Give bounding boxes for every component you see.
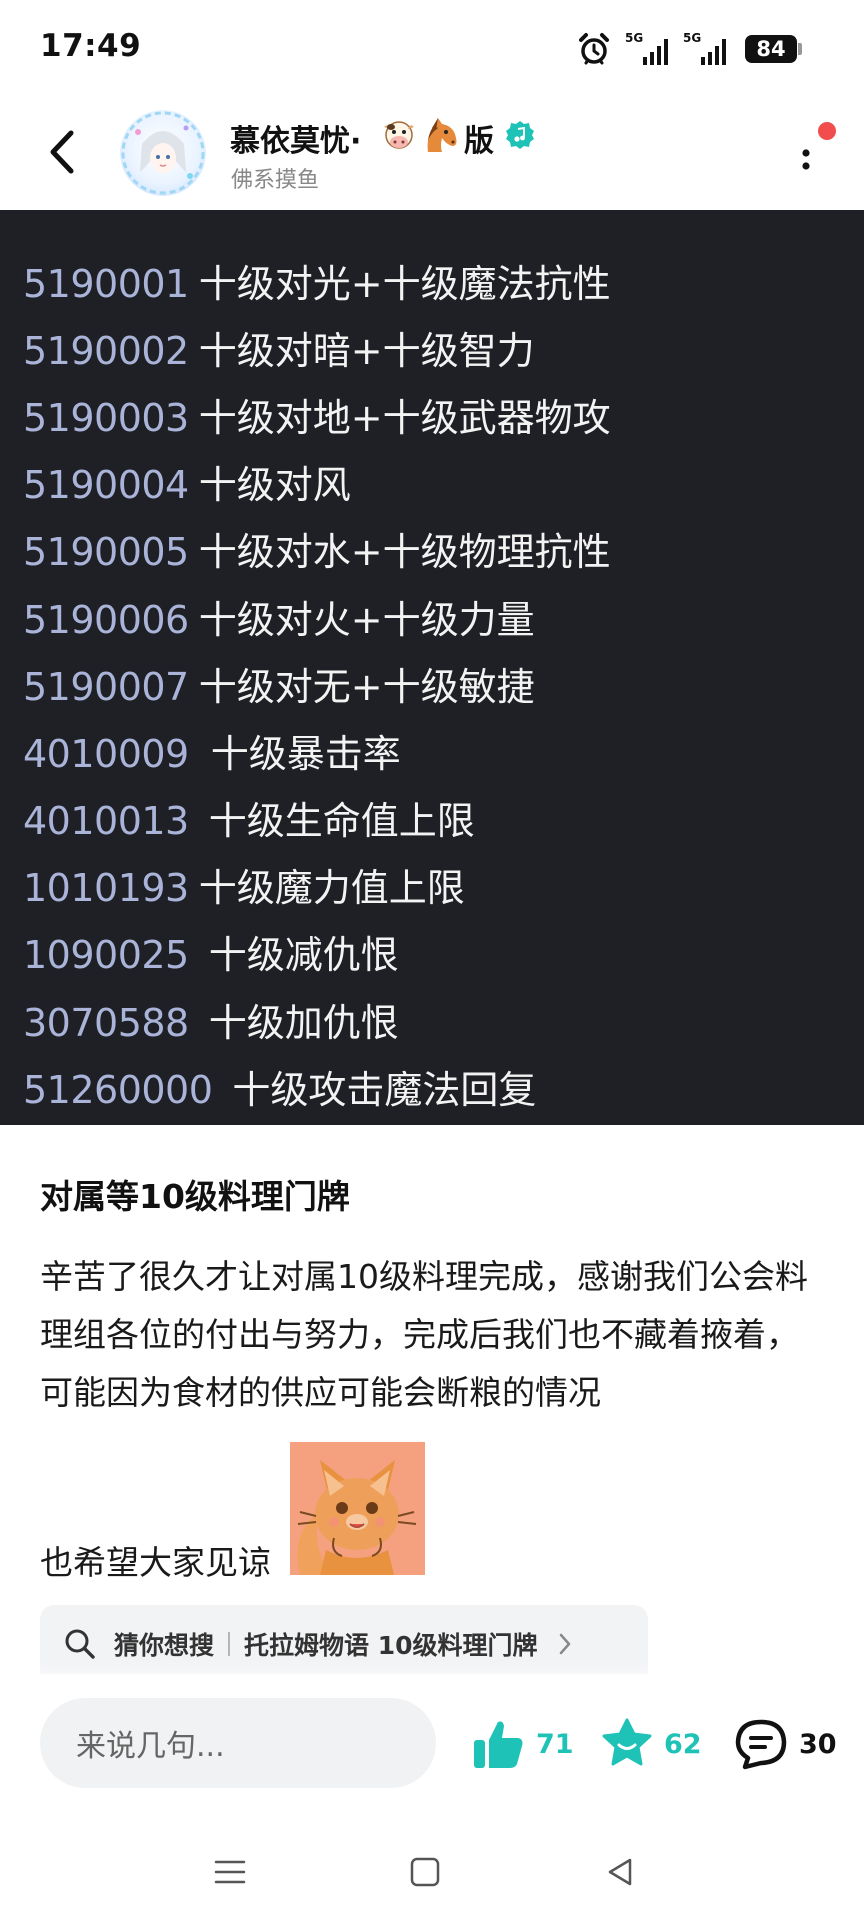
author-name-suffix: 版 [464,124,494,159]
home-square-icon[interactable] [405,1852,445,1892]
code-row: 3070588 十级加仇恨 [23,989,611,1056]
horse-face-icon [427,118,457,152]
post-paragraph: 辛苦了很久才让对属10级料理完成，感谢我们公会料理组各位的付出与努力，完成后我们… [40,1257,808,1412]
code-row: 51260000 十级攻击魔法回复 [23,1056,611,1123]
code-description: 十级对光+十级魔法抗性 [198,261,611,306]
code-id: 4010013 [23,799,189,844]
code-id: 3070588 [23,1000,189,1045]
notification-dot [818,122,836,140]
post-image-code-list[interactable]: 5190001 十级对光+十级魔法抗性 5190002 十级对暗+十级智力 5190… [0,210,864,1125]
signal-strength-icon: 5G [625,31,671,65]
back-triangle-icon[interactable] [600,1852,640,1892]
code-description: 十级减仇恨 [208,933,399,978]
alarm-clock-icon [579,33,609,65]
status-time: 17:49 [40,28,142,64]
back-button[interactable] [40,126,84,178]
code-row: 5190005 十级对水+十级物理抗性 [23,519,611,586]
comment-bubble-icon [735,1719,787,1770]
avatar-image [120,110,206,196]
search-icon [65,1629,95,1659]
code-id: 5190003 [23,395,189,440]
code-id: 1010193 [23,866,189,911]
battery-icon: 84 [745,35,797,63]
cow-face-icon [384,121,414,149]
battery-cap [798,43,802,55]
code-id: 51260000 [23,1067,213,1112]
code-description: 十级对风 [198,463,351,508]
cat-face-icon [297,1460,417,1575]
code-row: 5190006 十级对火+十级力量 [23,586,611,653]
code-row: 4010013 十级生命值上限 [23,788,611,855]
chevron-left-icon [50,130,74,174]
code-row: 1090025 十级减仇恨 [23,922,611,989]
divider [228,1632,231,1656]
favorite-button[interactable]: 62 [600,1714,702,1774]
code-description: 十级对无+十级敏捷 [198,664,535,709]
code-row: 1010193 十级魔力值上限 [23,855,611,922]
post-title: 对属等10级料理门牌 [40,1177,350,1216]
code-id: 4010009 [23,731,189,776]
code-description: 十级对水+十级物理抗性 [198,530,611,575]
status-icons: 5G 5G 84 [577,31,802,66]
post-closing-line: 也希望大家见谅 [40,1543,271,1582]
system-navigation-bar [0,1824,864,1920]
more-options-button[interactable] [792,136,820,176]
author-emoji-icons [380,116,462,154]
code-id: 5190005 [23,530,189,575]
cat-sticker-image [290,1442,425,1575]
code-id: 5190002 [23,328,189,373]
code-description: 十级暴击率 [210,731,401,776]
star-badge-icon [602,1718,652,1766]
like-button[interactable]: 71 [470,1714,574,1774]
code-row: 5190003 十级对地+十级武器物攻 [23,384,611,451]
code-id: 5190004 [23,463,189,508]
comment-input[interactable]: 来说几句... [40,1698,436,1788]
code-row: 5190002 十级对暗+十级智力 [23,317,611,384]
code-id: 1090025 [23,933,189,978]
comments-button[interactable]: 30 [733,1714,837,1774]
vertical-dots-icon [802,149,810,170]
code-description: 十级生命值上限 [208,799,475,844]
code-description: 十级魔力值上限 [198,866,465,911]
code-description: 十级攻击魔法回复 [232,1067,537,1112]
code-description: 十级对火+十级力量 [198,597,535,642]
signal-strength-icon: 5G [683,31,729,65]
author-subtitle: 佛系摸鱼 [231,168,320,193]
thumbs-up-icon [474,1721,523,1768]
code-description: 十级加仇恨 [208,1000,399,1045]
bottom-action-bar: 来说几句... 71 62 30 [0,1674,864,1824]
code-row: 5190001 十级对光+十级魔法抗性 [23,250,611,317]
verified-music-badge-icon [506,121,534,149]
search-suggestion-term: 托拉姆物语 10级料理门牌 [244,1631,538,1660]
like-count: 71 [536,1728,574,1760]
code-id: 5190007 [23,664,189,709]
code-id: 5190001 [23,261,189,306]
code-list: 5190001 十级对光+十级魔法抗性 5190002 十级对暗+十级智力 5190… [23,250,611,1123]
code-row: 4010009 十级暴击率 [23,720,611,787]
code-row: 5190007 十级对无+十级敏捷 [23,653,611,720]
code-description: 十级对暗+十级智力 [198,328,535,373]
search-suggestion-label: 猜你想搜 [114,1631,215,1660]
code-description: 十级对地+十级武器物攻 [198,395,611,440]
post-header: 慕依莫忧· 版 佛系摸鱼 [0,96,864,210]
comment-count: 30 [799,1728,837,1760]
favorite-count: 62 [664,1728,702,1760]
avatar[interactable] [120,110,206,196]
menu-icon[interactable] [210,1852,250,1892]
code-id: 5190006 [23,597,189,642]
status-bar: 17:49 5G 5G 84 [0,0,864,96]
chevron-right-icon [559,1633,570,1655]
author-name[interactable]: 慕依莫忧· [230,116,361,160]
code-row: 5190004 十级对风 [23,452,611,519]
